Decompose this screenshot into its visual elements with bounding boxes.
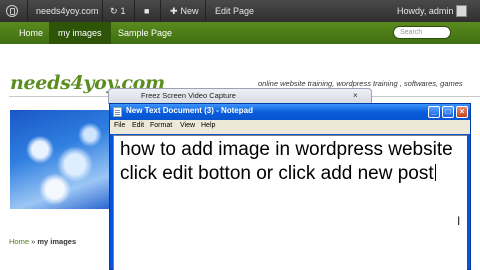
admin-bar-new[interactable]: ✚ New [170, 0, 199, 22]
maximize-button[interactable]: □ [442, 106, 454, 118]
notepad-content: how to add image in wordpress website cl… [120, 139, 458, 184]
menu-file[interactable]: File [114, 122, 125, 129]
text-caret [434, 164, 436, 181]
notepad-window[interactable]: New Text Document (3) - Notepad _ □ × Fi… [109, 103, 471, 270]
admin-bar-updates[interactable]: ↻ 1 [110, 0, 126, 22]
menu-edit[interactable]: Edit [132, 122, 144, 129]
avatar [456, 5, 468, 17]
nav-item-my-images[interactable]: my images [49, 22, 111, 44]
notepad-menubar: File Edit Format View Help [110, 120, 470, 134]
notepad-titlebar[interactable]: New Text Document (3) - Notepad _ □ × [110, 104, 470, 120]
menu-format[interactable]: Format [150, 122, 172, 129]
header-image [10, 110, 110, 209]
search-input[interactable]: Search [393, 26, 451, 39]
breadcrumb-separator: » [31, 237, 36, 246]
capture-close-button[interactable]: × [353, 91, 358, 100]
site-tagline: online website training, wordpress train… [258, 79, 463, 88]
admin-bar-account[interactable]: Howdy, admin [397, 0, 468, 22]
close-button[interactable]: × [456, 106, 468, 118]
ibeam-cursor-icon: I [457, 214, 461, 228]
comment-icon[interactable]: ■ [144, 0, 149, 22]
admin-bar-site-name[interactable]: needs4yoy.com [36, 0, 98, 22]
breadcrumb-home-link[interactable]: Home [9, 237, 29, 246]
plus-icon: ✚ [170, 6, 178, 16]
nav-item-sample-page[interactable]: Sample Page [109, 22, 181, 44]
notepad-icon [113, 107, 122, 117]
notepad-text-area[interactable]: how to add image in wordpress website cl… [113, 135, 467, 270]
nav-item-home[interactable]: Home [10, 22, 52, 44]
wp-logo-icon[interactable] [6, 0, 18, 22]
updates-count: 1 [120, 6, 126, 16]
admin-bar: needs4yoy.com ↻ 1 ■ ✚ New Edit Page Howd… [0, 0, 480, 22]
notepad-title: New Text Document (3) - Notepad [126, 106, 253, 115]
breadcrumb: Home » my images [9, 237, 76, 246]
howdy-label: Howdy, admin [397, 6, 454, 16]
breadcrumb-current: my images [37, 237, 77, 246]
new-label: New [180, 6, 199, 16]
capture-window-title: Freez Screen Video Capture [141, 91, 236, 100]
edit-page-link[interactable]: Edit Page [215, 0, 254, 22]
menu-view[interactable]: View [180, 122, 195, 129]
capture-window[interactable]: Freez Screen Video Capture × [108, 88, 372, 104]
menu-help[interactable]: Help [201, 122, 215, 129]
minimize-button[interactable]: _ [428, 106, 440, 118]
refresh-icon: ↻ [110, 6, 118, 16]
